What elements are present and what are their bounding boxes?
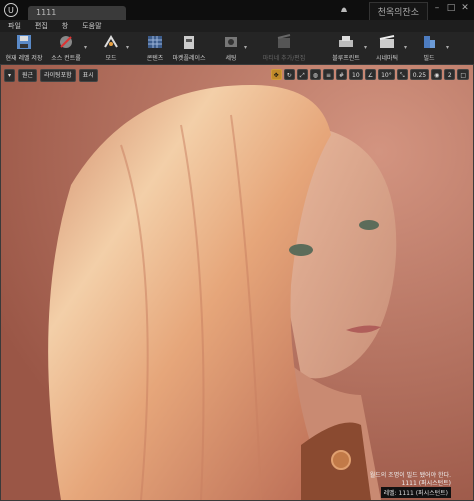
perspective-button[interactable]: 원근 xyxy=(18,68,38,82)
blueprints-icon xyxy=(339,36,353,47)
rotate-mode-icon[interactable]: ↻ xyxy=(283,69,295,80)
content-label: 콘텐츠 xyxy=(146,55,164,62)
matinee-button[interactable]: 마티네 추가/편집 xyxy=(256,32,312,64)
scale-snap-value[interactable]: 0.25 xyxy=(409,69,430,80)
source-control-button[interactable]: 소스 컨트롤 xyxy=(46,32,86,64)
world-local-icon[interactable]: ◍ xyxy=(309,69,321,80)
blueprints-button[interactable]: 블루프린트 xyxy=(326,32,366,64)
window-controls: – □ ✕ xyxy=(432,3,470,13)
settings-icon xyxy=(225,37,237,47)
cinematics-dropdown-icon[interactable]: ▾ xyxy=(404,44,407,51)
cinematics-label: 시네마틱 xyxy=(375,55,399,62)
document-tab[interactable]: 1111 xyxy=(28,6,126,20)
matinee-icon xyxy=(277,34,291,48)
blueprints-dropdown-icon[interactable]: ▾ xyxy=(364,44,367,51)
menu-edit[interactable]: 편집 xyxy=(35,20,48,32)
notification-icon[interactable] xyxy=(340,6,348,14)
unreal-logo-icon[interactable]: U xyxy=(4,3,18,17)
menu-help[interactable]: 도움말 xyxy=(82,20,101,32)
build-button[interactable]: 빌드 xyxy=(414,32,444,64)
document-tab-label: 1111 xyxy=(36,8,57,17)
maximize-icon[interactable]: □ xyxy=(446,3,456,13)
level-viewport[interactable]: ▾ 원근 라이팅포함 표시 ✥ ↻ ⤢ ◍ ≡ # 10 ∠ 10° ⤡ 0.2… xyxy=(0,64,474,501)
source-control-icon xyxy=(60,36,72,48)
project-name: 천옥의잔소 xyxy=(368,2,428,21)
show-button[interactable]: 표시 xyxy=(78,68,98,82)
marketplace-button[interactable]: 마켓플레이스 xyxy=(170,32,208,64)
rotation-snap-icon[interactable]: ∠ xyxy=(364,69,377,80)
maximize-viewport-icon[interactable]: □ xyxy=(457,69,469,80)
viewport-message: 월드의 조명이 빌드 됐어야 한다. 1111 (퍼시스턴트) xyxy=(370,472,451,488)
modes-label: 모드 xyxy=(105,55,117,62)
grid-snap-value[interactable]: 10 xyxy=(349,69,363,80)
cinematics-button[interactable]: 시네마틱 xyxy=(370,32,404,64)
scale-snap-icon[interactable]: ⤡ xyxy=(396,69,408,80)
show-label: 표시 xyxy=(82,71,94,79)
cinematics-icon xyxy=(379,35,395,48)
close-icon[interactable]: ✕ xyxy=(460,3,470,13)
content-icon xyxy=(148,36,162,48)
source-control-dropdown-icon[interactable]: ▾ xyxy=(84,44,87,51)
surface-snap-icon[interactable]: ≡ xyxy=(322,69,335,80)
marketplace-icon xyxy=(184,36,194,49)
blueprints-label: 블루프린트 xyxy=(332,55,360,62)
current-level-badge: 레벨: 1111 (퍼시스턴트) xyxy=(380,487,451,498)
grid-snap-icon[interactable]: # xyxy=(336,69,348,80)
camera-speed-value[interactable]: 2 xyxy=(444,69,456,80)
eye-right xyxy=(359,220,379,230)
settings-label: 세팅 xyxy=(225,55,237,62)
build-dropdown-icon[interactable]: ▾ xyxy=(446,44,449,51)
marketplace-label: 마켓플레이스 xyxy=(172,55,206,62)
save-level-button[interactable]: 현재 레벨 저장 xyxy=(4,32,44,64)
matinee-label: 마티네 추가/편집 xyxy=(262,55,306,62)
rotation-snap-value[interactable]: 10° xyxy=(378,69,395,80)
menu-file[interactable]: 파일 xyxy=(8,20,21,32)
lighting-mode-button[interactable]: 라이팅포함 xyxy=(40,68,76,82)
settings-dropdown-icon[interactable]: ▾ xyxy=(244,44,247,51)
main-toolbar: 현재 레벨 저장 소스 컨트롤 ▾ 모드 ▾ 콘텐츠 마켓플레이스 세팅 ▾ 마… xyxy=(0,32,474,65)
build-icon xyxy=(424,36,435,48)
menu-bar: 파일 편집 창 도움말 xyxy=(0,20,474,32)
modes-dropdown-icon[interactable]: ▾ xyxy=(126,44,129,51)
source-control-label: 소스 컨트롤 xyxy=(51,55,81,62)
minimize-icon[interactable]: – xyxy=(432,3,442,13)
eye-left xyxy=(289,244,313,256)
content-button[interactable]: 콘텐츠 xyxy=(140,32,170,64)
camera-speed-icon[interactable]: ◉ xyxy=(431,69,443,80)
viewport-render xyxy=(1,65,473,500)
translate-mode-icon[interactable]: ✥ xyxy=(270,69,282,80)
build-label: 빌드 xyxy=(423,55,435,62)
modes-button[interactable]: 모드 xyxy=(96,32,126,64)
perspective-label: 원근 xyxy=(22,71,34,79)
viewport-tools: ✥ ↻ ⤢ ◍ ≡ # 10 ∠ 10° ⤡ 0.25 ◉ 2 □ xyxy=(270,69,469,80)
svg-text:U: U xyxy=(8,6,14,15)
save-icon xyxy=(17,35,31,49)
save-level-label: 현재 레벨 저장 xyxy=(5,55,43,62)
modes-icon xyxy=(104,35,118,48)
lighting-warning-text: 월드의 조명이 빌드 됐어야 한다. xyxy=(369,472,451,479)
scale-mode-icon[interactable]: ⤢ xyxy=(296,69,308,80)
menu-window[interactable]: 창 xyxy=(62,20,68,32)
title-bar: U 1111 천옥의잔소 – □ ✕ xyxy=(0,0,474,21)
settings-button[interactable]: 세팅 xyxy=(216,32,246,64)
lighting-mode-label: 라이팅포함 xyxy=(44,71,72,79)
viewport-options-button[interactable]: ▾ xyxy=(4,68,16,82)
